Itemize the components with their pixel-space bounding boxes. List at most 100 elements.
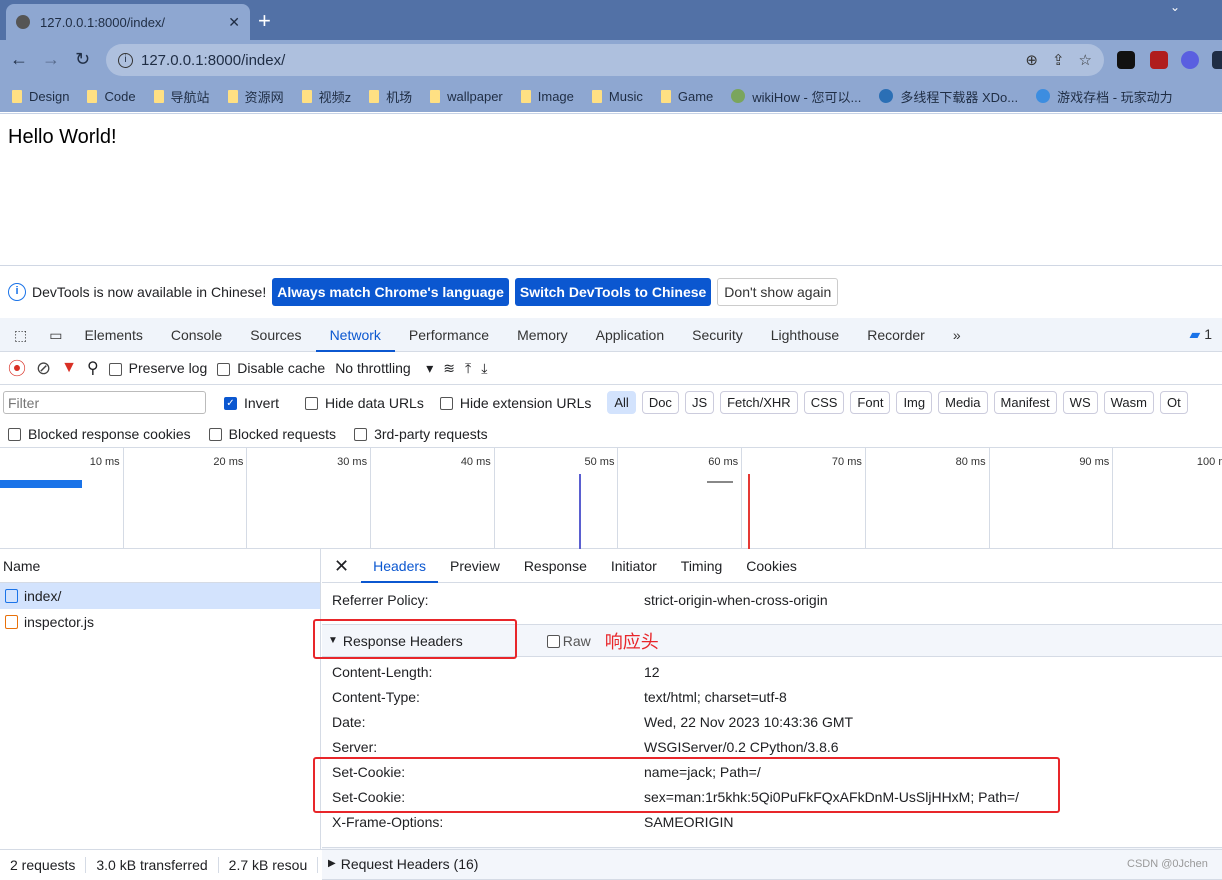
network-timeline[interactable]: 10 ms 20 ms 30 ms 40 ms 50 ms 60 ms 70 ms 80 ms… — [0, 448, 1222, 549]
bookmark-label: 游戏存档 - 玩家动力 — [1057, 89, 1173, 105]
ublock-icon[interactable] — [1150, 51, 1168, 69]
extension-icon[interactable] — [1181, 51, 1199, 69]
bookmark-item[interactable]: 导航站 — [153, 87, 210, 106]
header-value: WSGIServer/0.2 CPython/3.8.6 — [644, 739, 839, 755]
tab-memory[interactable]: Memory — [503, 318, 582, 352]
bookmark-item[interactable]: 资源网 — [227, 87, 284, 106]
share-icon[interactable]: ⇪ — [1052, 51, 1065, 69]
network-conditions-icon[interactable]: ≋ — [443, 360, 455, 377]
checkbox[interactable] — [354, 428, 368, 442]
filter-type-media[interactable]: Media — [938, 391, 988, 414]
bookmarks-bar: Design Code 导航站 资源网 视频z 机场 wallpaper Image Music… — [0, 80, 1222, 112]
name-column-header[interactable]: Name — [0, 549, 320, 583]
folder-icon — [591, 89, 602, 103]
clear-icon[interactable]: ⊘ — [36, 358, 51, 379]
tab-elements[interactable]: Elements — [70, 318, 156, 352]
request-list: Name index/ inspector.js — [0, 549, 321, 849]
request-row[interactable]: index/ — [0, 583, 320, 609]
extension-icon[interactable] — [1117, 51, 1135, 69]
hide-extension-urls-checkbox[interactable]: Hide extension URLs — [439, 395, 591, 411]
filter-type-all[interactable]: All — [607, 391, 636, 414]
bookmark-item[interactable]: 机场 — [369, 87, 412, 106]
filter-type-js[interactable]: JS — [684, 391, 715, 414]
filter-type-wasm[interactable]: Wasm — [1103, 391, 1154, 414]
checkbox[interactable] — [208, 428, 222, 442]
request-row[interactable]: inspector.js — [0, 609, 320, 635]
tab-network[interactable]: Network — [315, 318, 395, 352]
import-har-icon[interactable]: ⤒ — [465, 360, 471, 377]
status-item: 2.7 kB resou — [219, 856, 319, 873]
close-detail-icon[interactable]: ✕ — [322, 549, 361, 583]
search-icon[interactable]: ⚲ — [87, 358, 99, 378]
preserve-log-checkbox[interactable]: Preserve log — [108, 360, 207, 376]
detail-tab-response[interactable]: Response — [512, 549, 599, 583]
back-button[interactable]: ← — [10, 49, 28, 70]
filter-type-ot[interactable]: Ot — [1159, 391, 1188, 414]
site-info-icon[interactable]: i — [118, 52, 133, 68]
forward-button[interactable]: → — [42, 49, 60, 70]
tab-recorder[interactable]: Recorder — [853, 318, 939, 352]
filter-type-font[interactable]: Font — [850, 391, 891, 414]
request-filter-checkbox[interactable]: Blocked response cookies — [8, 426, 191, 442]
bookmark-item[interactable]: wikiHow - 您可以... — [731, 87, 861, 106]
filter-type-doc[interactable]: Doc — [641, 391, 679, 414]
bookmark-item[interactable]: Image — [520, 88, 574, 104]
request-filter-checkbox[interactable]: Blocked requests — [208, 426, 336, 442]
bookmark-item[interactable]: 视频z — [301, 87, 351, 106]
switch-chinese-button[interactable]: Switch DevTools to Chinese — [514, 278, 712, 306]
bookmark-item[interactable]: 多线程下载器 XDo... — [879, 87, 1018, 106]
bookmark-item[interactable]: 游戏存档 - 玩家动力 — [1036, 87, 1173, 106]
bookmark-item[interactable]: wallpaper — [430, 89, 503, 104]
zoom-icon[interactable]: ⊕ — [1025, 51, 1038, 69]
throttling-select[interactable]: No throttling ▾ — [335, 360, 433, 377]
browser-tab[interactable]: 127.0.0.1:8000/index/ ✕ — [6, 4, 250, 40]
address-bar[interactable]: i 127.0.0.1:8000/index/ ⊕ ⇪ ☆ — [106, 44, 1104, 76]
match-language-button[interactable]: Always match Chrome's language — [272, 278, 509, 306]
page-content — [0, 113, 1222, 265]
reload-button[interactable]: ↻ — [75, 49, 90, 70]
issues-badge[interactable]: ▰ 1 — [1190, 326, 1222, 343]
tab-search-icon[interactable]: ⌄ — [1170, 0, 1180, 14]
bookmark-star-icon[interactable]: ☆ — [1079, 51, 1092, 69]
filter-type-ws[interactable]: WS — [1062, 391, 1098, 414]
record-stop-icon[interactable]: ⦿ — [8, 355, 26, 381]
dont-show-again-button[interactable]: Don't show again — [717, 278, 839, 306]
tab-sources[interactable]: Sources — [236, 318, 315, 352]
filter-type-img[interactable]: Img — [896, 391, 933, 414]
hide-data-urls-checkbox[interactable]: Hide data URLs — [305, 395, 424, 411]
invert-checkbox[interactable]: ✓ Invert — [224, 395, 279, 411]
tab-performance[interactable]: Performance — [395, 318, 503, 352]
filter-type-css[interactable]: CSS — [803, 391, 845, 414]
tab-security[interactable]: Security — [678, 318, 757, 352]
filter-type-manifest[interactable]: Manifest — [993, 391, 1057, 414]
tab-application[interactable]: Application — [582, 318, 679, 352]
tab-console[interactable]: Console — [157, 318, 236, 352]
device-toolbar-icon[interactable]: ▭ — [41, 318, 70, 352]
detail-tab-preview[interactable]: Preview — [438, 549, 512, 583]
detail-tab-initiator[interactable]: Initiator — [599, 549, 669, 583]
bookmark-label: Image — [537, 88, 574, 104]
bookmark-item[interactable]: Music — [591, 89, 643, 104]
new-tab-button[interactable]: + — [258, 8, 271, 34]
close-tab-icon[interactable]: ✕ — [228, 14, 240, 31]
export-har-icon[interactable]: ⤓ — [481, 360, 487, 377]
timeline-tick-label: 80 ms — [866, 448, 990, 549]
header-name: Content-Type: — [332, 689, 420, 705]
detail-tab-headers[interactable]: Headers — [361, 549, 439, 583]
tab-lighthouse[interactable]: Lighthouse — [757, 318, 854, 352]
detail-tab-timing[interactable]: Timing — [669, 549, 735, 583]
bookmark-item[interactable]: Code — [87, 89, 136, 104]
more-tabs-icon[interactable]: » — [939, 318, 975, 352]
detail-tab-cookies[interactable]: Cookies — [734, 549, 809, 583]
filter-input[interactable] — [3, 391, 206, 414]
raw-checkbox[interactable]: Raw — [546, 633, 591, 649]
extensions-puzzle-icon[interactable] — [1212, 51, 1222, 69]
filter-type-fetchxhr[interactable]: Fetch/XHR — [720, 391, 798, 414]
checkbox[interactable] — [8, 428, 21, 442]
bookmark-item[interactable]: Game — [660, 89, 713, 104]
bookmark-item[interactable]: Design — [12, 89, 69, 104]
filter-icon[interactable]: ▼ — [61, 359, 77, 377]
disable-cache-checkbox[interactable]: Disable cache — [217, 360, 325, 376]
inspect-element-icon[interactable]: ⬚ — [0, 318, 41, 352]
request-filter-checkbox[interactable]: 3rd-party requests — [354, 426, 488, 442]
